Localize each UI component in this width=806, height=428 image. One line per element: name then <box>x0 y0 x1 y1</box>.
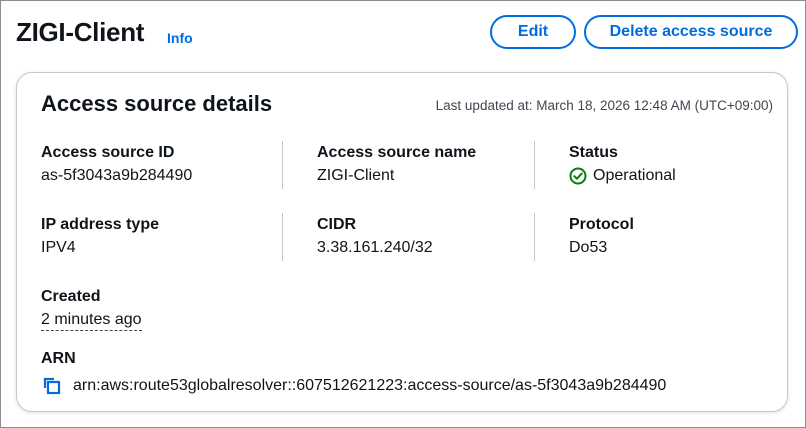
access-source-name-value: ZIGI-Client <box>317 167 395 184</box>
column-divider <box>534 213 535 261</box>
edit-button[interactable]: Edit <box>490 15 576 49</box>
info-link[interactable]: Info <box>167 30 193 46</box>
created-relative-time[interactable]: 2 minutes ago <box>41 310 142 331</box>
access-source-details-card: Access source details Last updated at: M… <box>16 72 788 412</box>
access-source-id-field: Access source ID as-5f3043a9b284490 <box>41 142 271 188</box>
protocol-label: Protocol <box>569 216 634 233</box>
delete-access-source-button[interactable]: Delete access source <box>584 15 798 49</box>
arn-field: ARN arn:aws:route53globalresolver::60751… <box>41 348 771 398</box>
card-title: Access source details <box>41 91 273 116</box>
column-divider <box>282 141 283 189</box>
last-updated-text: Last updated at: March 18, 2026 12:48 AM… <box>435 98 773 113</box>
check-circle-icon <box>569 167 587 185</box>
ip-address-type-label: IP address type <box>41 216 159 233</box>
ip-address-type-field: IP address type IPV4 <box>41 214 271 260</box>
arn-row: arn:aws:route53globalresolver::607512621… <box>41 374 771 398</box>
page-header: ZIGI-Client Info Edit Delete access sour… <box>16 14 798 54</box>
created-label: Created <box>41 288 101 305</box>
cidr-label: CIDR <box>317 216 357 233</box>
copy-icon[interactable] <box>41 375 63 397</box>
ip-address-type-value: IPV4 <box>41 239 76 256</box>
cidr-value: 3.38.161.240/32 <box>317 239 433 256</box>
cidr-field: CIDR 3.38.161.240/32 <box>317 214 537 260</box>
protocol-field: Protocol Do53 <box>569 214 769 260</box>
status-field: Status Operational <box>569 142 769 188</box>
created-field: Created 2 minutes ago <box>41 286 341 332</box>
column-divider <box>282 213 283 261</box>
column-divider <box>534 141 535 189</box>
access-source-name-label: Access source name <box>317 144 477 161</box>
status-value: Operational <box>569 164 769 188</box>
access-source-id-value: as-5f3043a9b284490 <box>41 167 193 184</box>
status-text: Operational <box>593 167 676 184</box>
arn-label: ARN <box>41 350 76 367</box>
arn-value: arn:aws:route53globalresolver::607512621… <box>73 377 667 394</box>
protocol-value: Do53 <box>569 239 608 256</box>
status-label: Status <box>569 144 618 161</box>
page-title: ZIGI-Client <box>16 17 145 47</box>
access-source-id-label: Access source ID <box>41 144 175 161</box>
access-source-name-field: Access source name ZIGI-Client <box>317 142 537 188</box>
